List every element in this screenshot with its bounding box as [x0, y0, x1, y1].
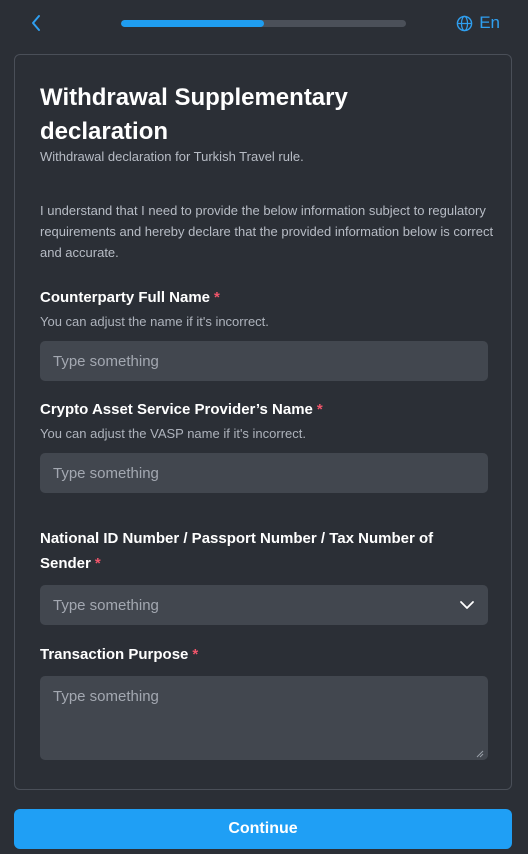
national-id-placeholder: Type something	[53, 596, 159, 614]
counterparty-name-input[interactable]	[40, 341, 488, 381]
required-marker: *	[192, 646, 199, 663]
progress-bar	[121, 20, 406, 27]
transaction-purpose-label: Transaction Purpose *	[40, 646, 199, 663]
language-label: En	[479, 13, 500, 32]
vasp-name-hint: You can adjust the VASP name if it's inc…	[40, 426, 306, 441]
national-id-label: National ID Number / Passport Number / T…	[40, 530, 434, 572]
globe-icon	[456, 15, 473, 31]
top-bar: En	[0, 0, 528, 48]
national-id-select[interactable]: Type something	[40, 585, 488, 625]
declaration-form-card: Withdrawal Supplementary declaration Wit…	[14, 54, 512, 790]
back-chevron-icon[interactable]	[26, 12, 48, 34]
progress-bar-fill	[121, 20, 264, 27]
required-marker: *	[316, 401, 323, 418]
counterparty-name-hint: You can adjust the name if it's incorrec…	[40, 314, 269, 329]
continue-button[interactable]: Continue	[14, 809, 512, 849]
language-switcher[interactable]: En	[456, 13, 500, 33]
required-marker: *	[214, 289, 220, 306]
declaration-text: I understand that I need to provide the …	[40, 203, 494, 260]
vasp-name-label: Crypto Asset Service Provider’s Name *	[40, 401, 323, 418]
form-title: Withdrawal Supplementary declaration	[40, 84, 348, 145]
resize-handle-icon[interactable]	[476, 750, 484, 758]
vasp-name-input[interactable]	[40, 453, 488, 493]
counterparty-name-label: Counterparty Full Name *	[40, 289, 220, 306]
transaction-purpose-textarea[interactable]	[40, 676, 488, 760]
required-marker: *	[94, 555, 101, 572]
chevron-down-icon	[460, 601, 474, 609]
form-subtitle: Withdrawal declaration for Turkish Trave…	[40, 149, 304, 164]
